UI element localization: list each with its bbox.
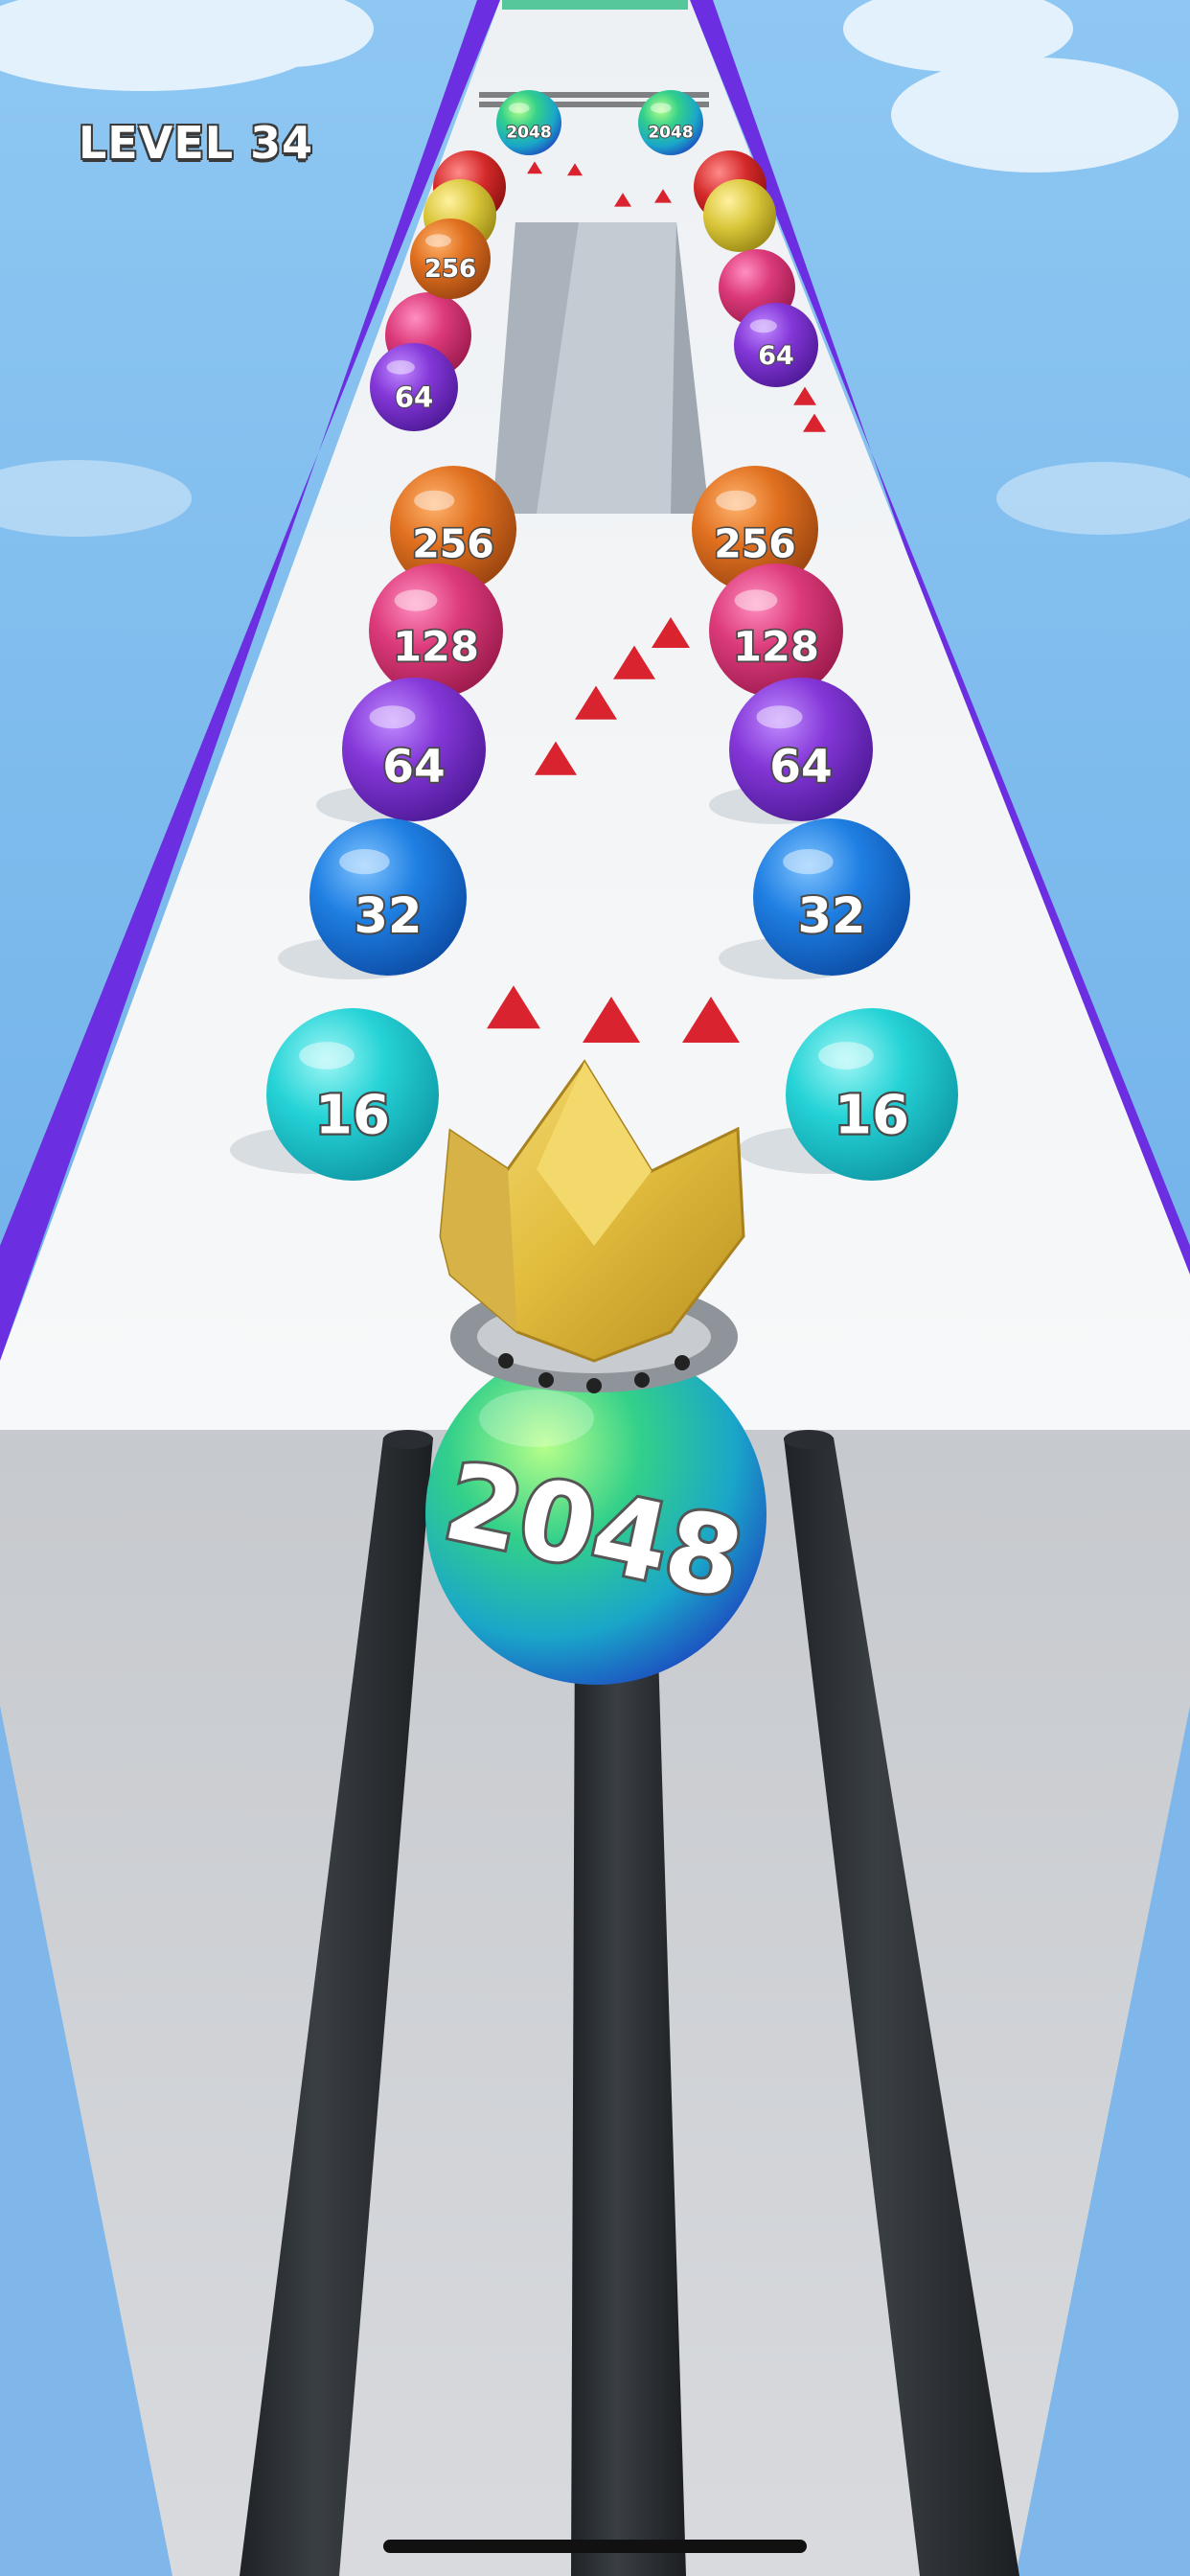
ball-value: 2048 [506,123,551,142]
number-ball: 32 [753,818,910,976]
number-ball: 2048 [638,90,703,155]
ball-value: 256 [714,521,796,567]
number-ball: 64 [370,343,458,431]
player-ball[interactable]: 2048 [425,1344,767,1685]
ball-value: 16 [315,1085,390,1147]
ball-value: 64 [395,381,433,414]
ball-value: 64 [382,741,445,794]
number-ball: 64 [734,303,818,387]
track-far-end [502,0,688,10]
game-scene: 2048 20482566464256 256128 12864 6432 3216 16 … [0,0,1190,2576]
number-ball: 16 [266,1008,439,1181]
ball-value: 2048 [648,123,693,142]
ball-value: 128 [393,624,479,672]
number-ball: 32 [309,818,467,976]
number-ball: 2048 [496,90,561,155]
home-indicator-bar[interactable] [383,2540,807,2553]
ball-value: 64 [769,741,832,794]
number-ball: 128 [709,564,843,698]
number-ball: 64 [342,678,486,821]
number-ball: 128 [369,564,503,698]
level-indicator: LEVEL 34 [79,117,314,169]
ball-value: 16 [835,1085,909,1147]
number-ball: 64 [729,678,873,821]
number-ball: 256 [410,218,491,299]
ball-value: 32 [798,888,866,945]
ball-value: 32 [355,888,423,945]
ball-value: 256 [424,255,476,284]
ball-value: 256 [412,521,494,567]
ball-value: 64 [758,341,794,371]
ball-value: 128 [733,624,819,672]
number-ball: 16 [786,1008,958,1181]
